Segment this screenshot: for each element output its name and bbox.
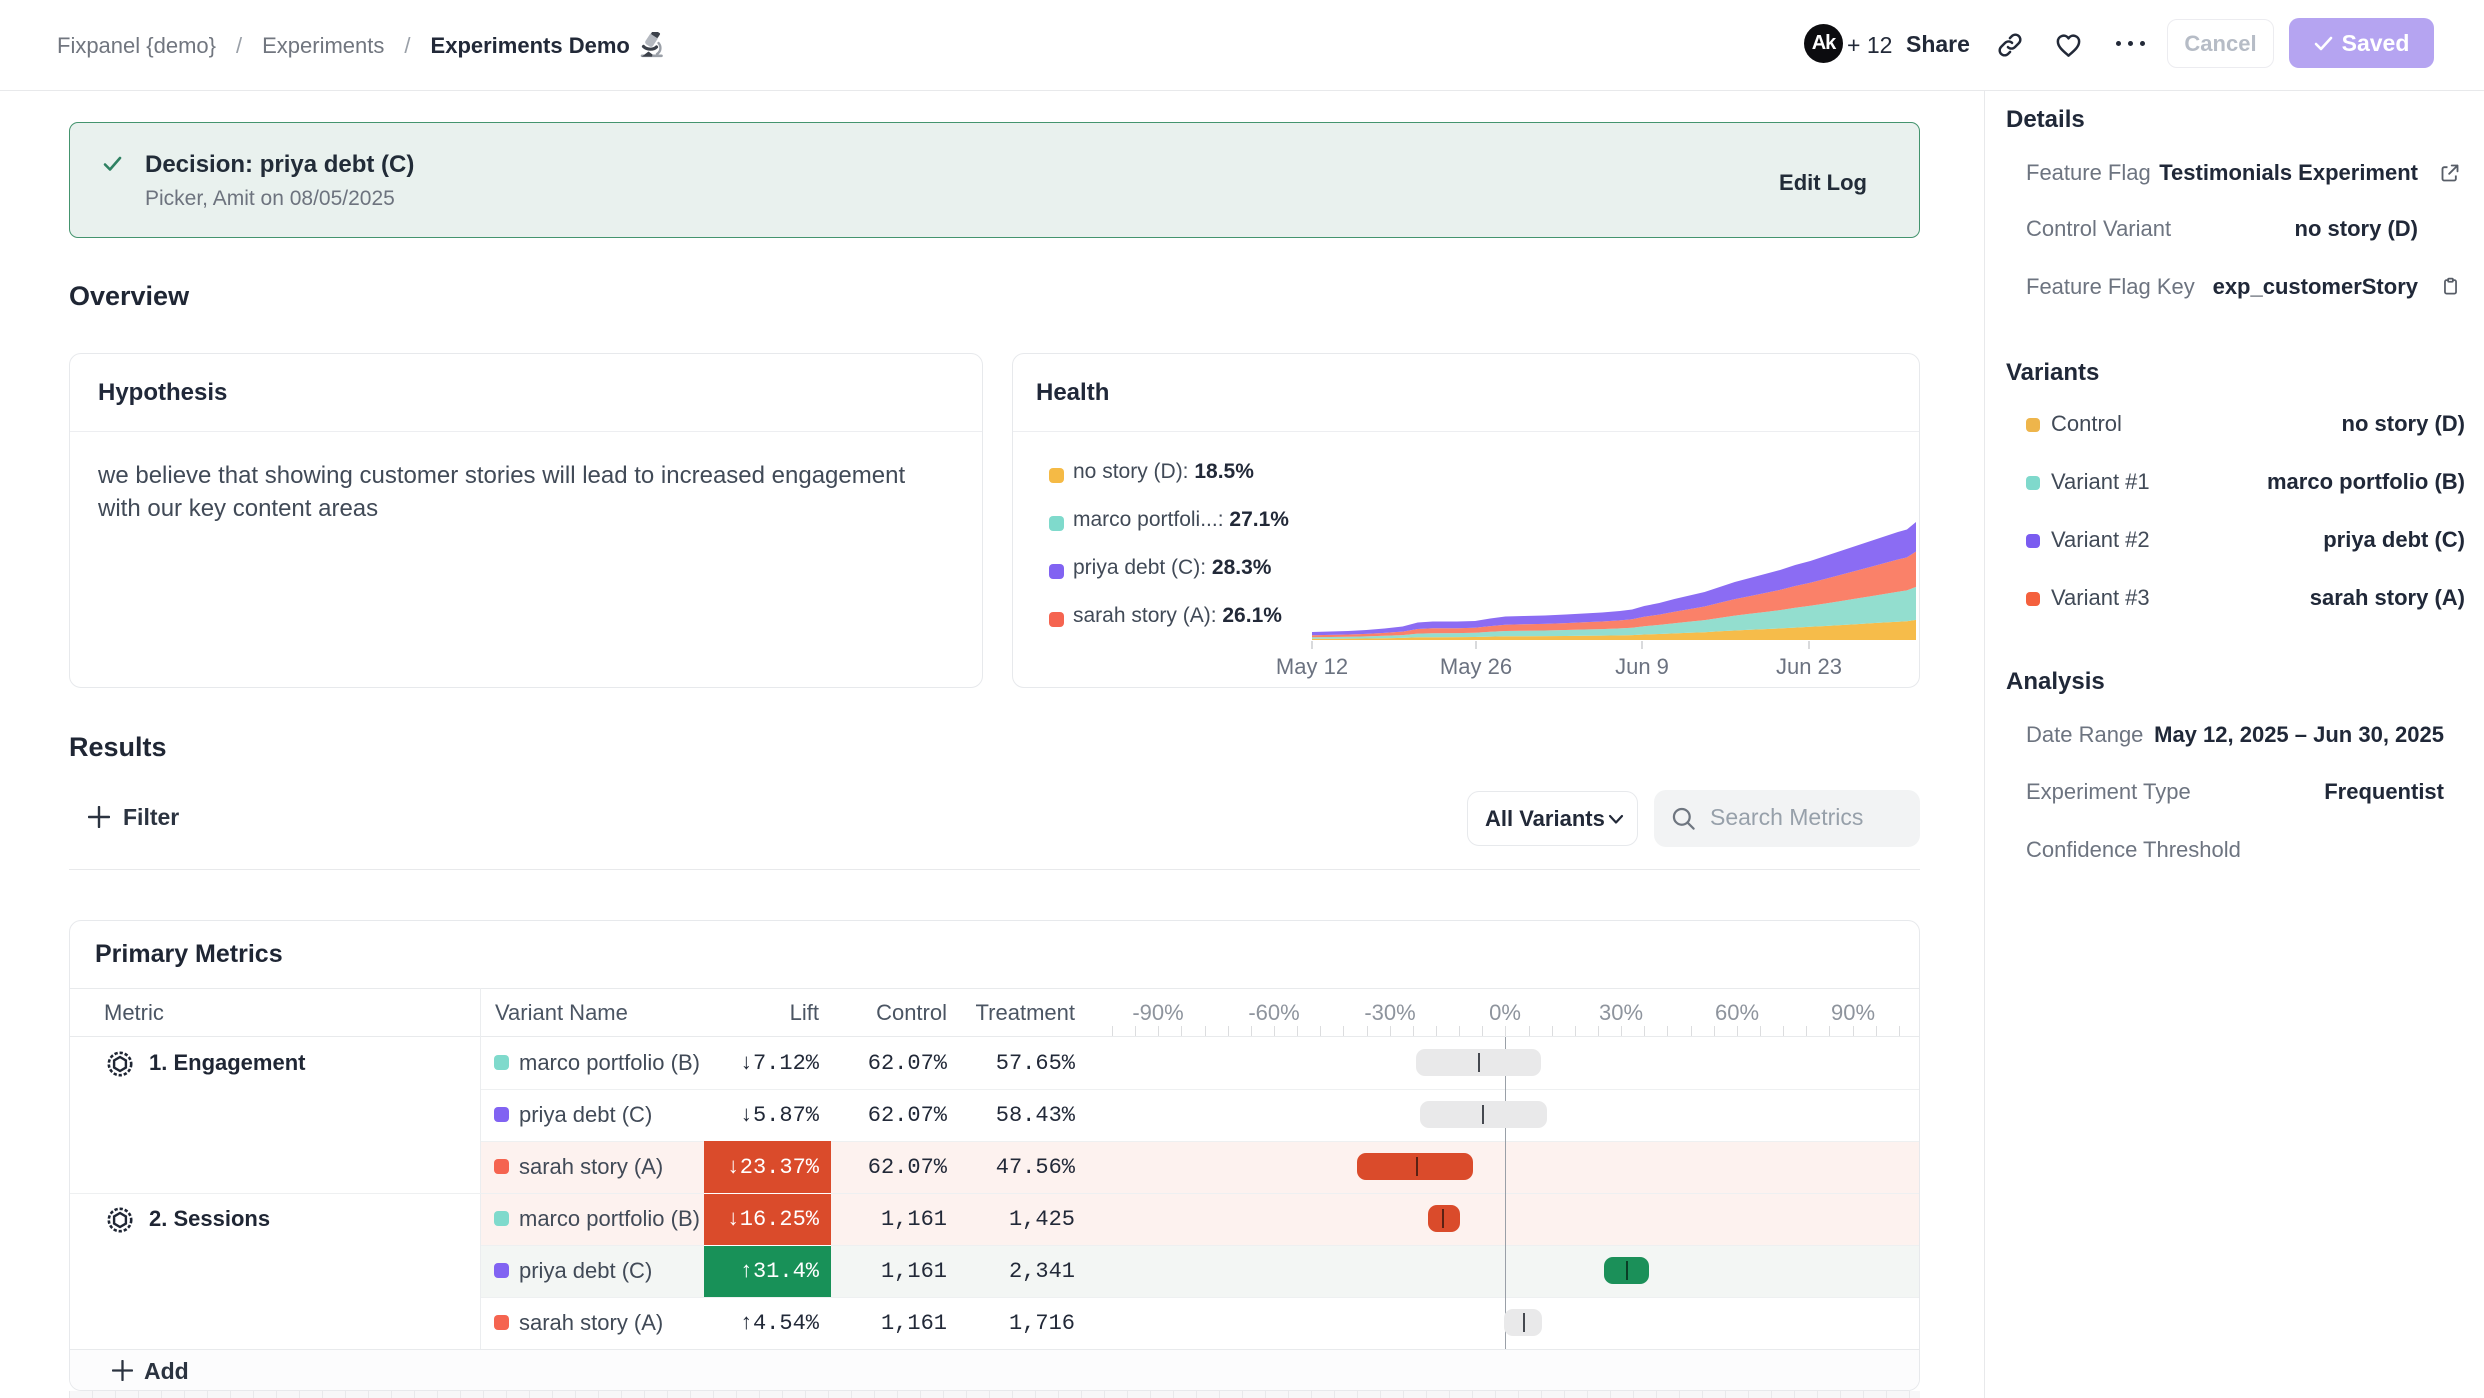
svg-text:Jun 9: Jun 9	[1615, 654, 1669, 679]
svg-text:Jun 23: Jun 23	[1776, 654, 1842, 679]
svg-text:May 12: May 12	[1276, 654, 1348, 679]
svg-text:May 26: May 26	[1440, 654, 1512, 679]
